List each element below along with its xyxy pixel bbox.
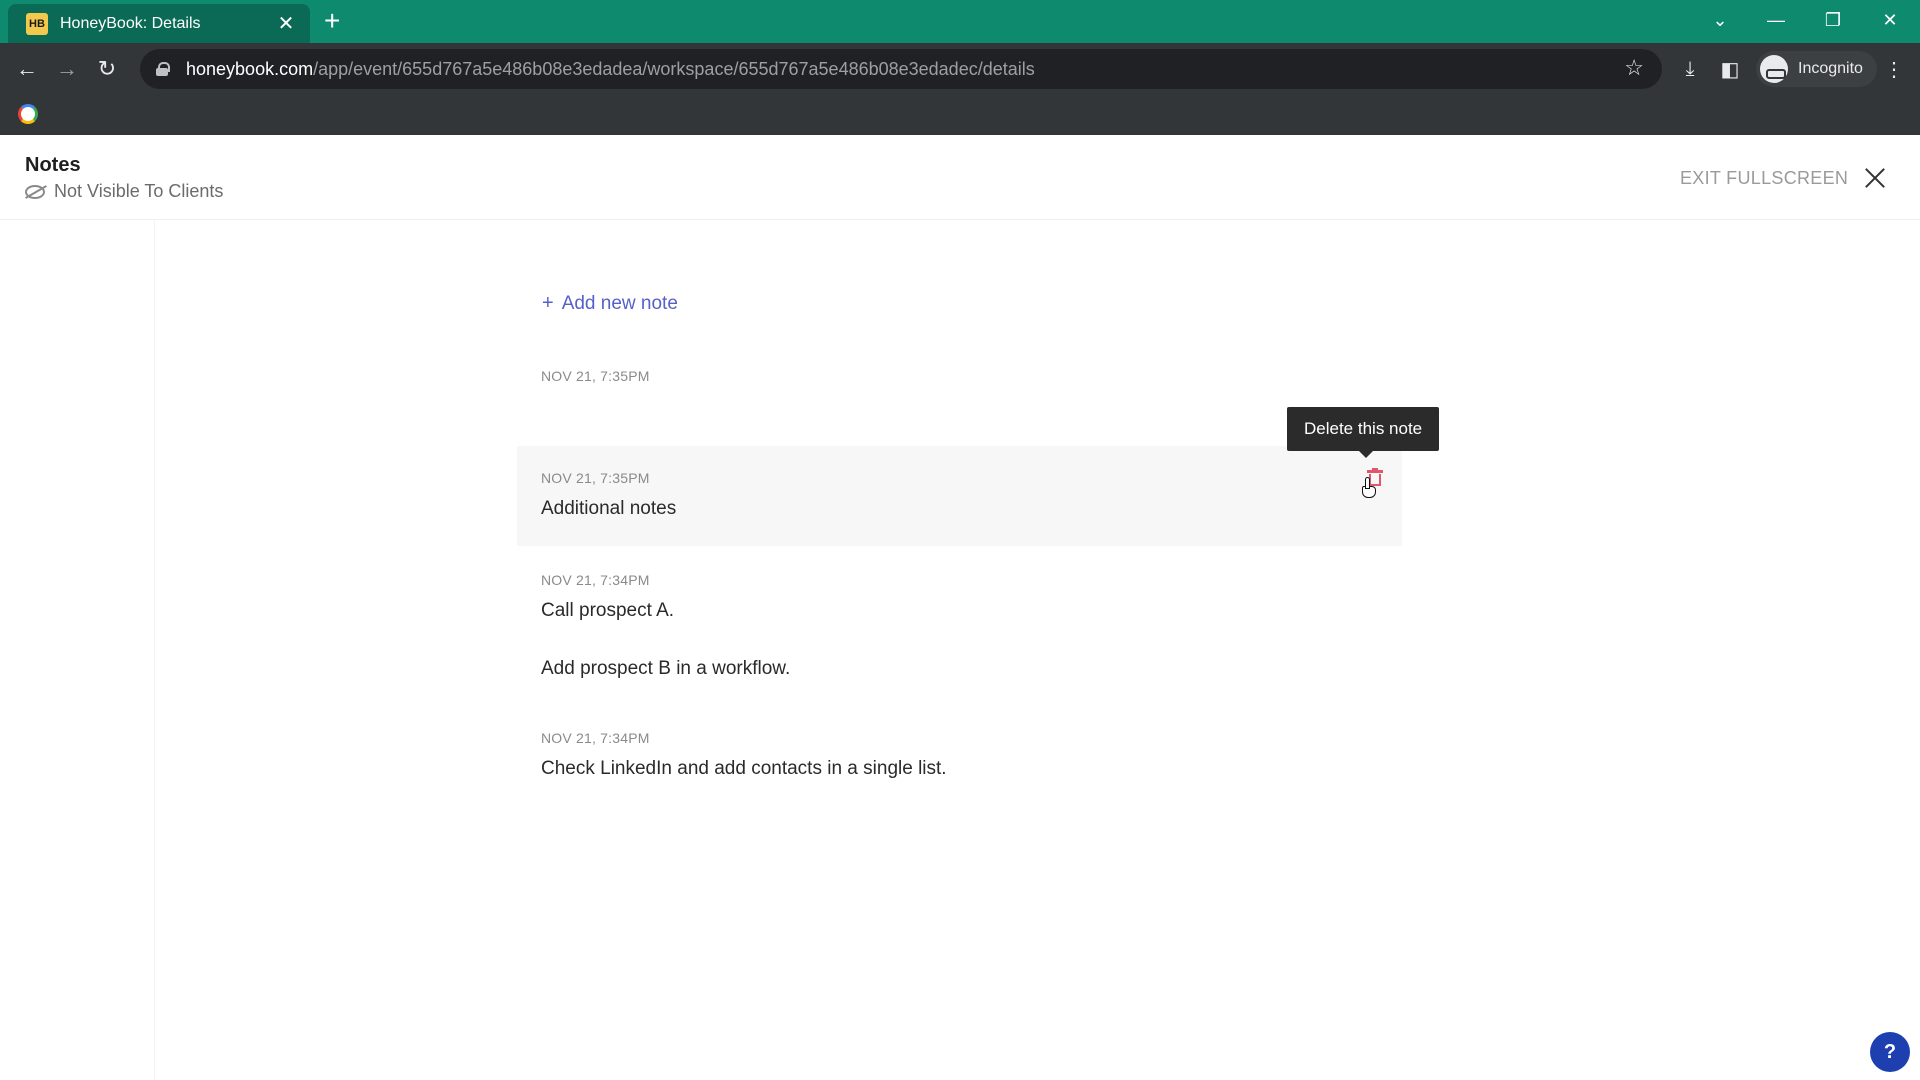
reload-icon[interactable]: ↻	[91, 53, 123, 85]
exit-fullscreen-label: EXIT FULLSCREEN	[1680, 167, 1849, 188]
visibility-label: Not Visible To Clients	[54, 181, 224, 201]
incognito-label: Incognito	[1798, 60, 1863, 77]
close-icon[interactable]	[1864, 167, 1886, 189]
url-path: /app/event/655d767a5e486b08e3edadea/work…	[313, 58, 1035, 79]
tab-close-icon[interactable]: ✕	[274, 14, 298, 34]
url-domain: honeybook.com	[186, 58, 314, 79]
note-date: NOV 21, 7:35PM	[541, 470, 650, 486]
eye-off-icon	[25, 184, 45, 199]
side-panel-icon[interactable]: ◧	[1714, 53, 1746, 85]
add-new-note-label: Add new note	[561, 292, 678, 314]
honeybook-favicon-icon: HB	[26, 12, 48, 35]
note-date: NOV 21, 7:34PM	[541, 572, 650, 588]
note-text: Add prospect B in a workflow.	[541, 658, 791, 679]
download-icon[interactable]: ⤓	[1674, 53, 1706, 85]
address-bar[interactable]: honeybook.com /app/event/655d767a5e486b0…	[140, 49, 1662, 89]
add-new-note-button[interactable]: + Add new note	[542, 292, 678, 315]
note-text: Call prospect A.	[541, 600, 675, 621]
browser-toolbar: ← → ↻ honeybook.com /app/event/655d767a5…	[0, 43, 1920, 95]
back-icon[interactable]: ←	[11, 53, 43, 85]
note-item[interactable]: NOV 21, 7:35PM Additional notes	[517, 446, 1402, 546]
browser-menu-icon[interactable]: ⋮	[1878, 53, 1910, 85]
google-bookmark-icon[interactable]	[18, 104, 38, 124]
notes-header: Notes Not Visible To Clients EXIT FULLSC…	[0, 135, 1920, 220]
window-close-icon[interactable]: ✕	[1870, 4, 1910, 36]
note-item[interactable]: NOV 21, 7:34PM Check LinkedIn and add co…	[517, 730, 1402, 780]
restore-icon[interactable]: ❐	[1813, 4, 1853, 36]
new-tab-icon[interactable]: +	[324, 6, 340, 36]
note-text: Check LinkedIn and add contacts in a sin…	[541, 758, 947, 779]
incognito-icon	[1760, 55, 1788, 83]
note-item[interactable]: NOV 21, 7:34PM Call prospect A. Add pros…	[517, 572, 1402, 680]
note-date: NOV 21, 7:34PM	[541, 730, 650, 746]
bookmarks-bar	[0, 95, 1920, 135]
notes-main: + Add new note NOV 21, 7:35PM NOV 21, 7:…	[0, 220, 1920, 1080]
tab-title: HoneyBook: Details	[60, 14, 201, 32]
left-gutter	[0, 220, 155, 1080]
lock-icon	[156, 62, 170, 76]
delete-note-tooltip: Delete this note	[1287, 407, 1440, 458]
help-button[interactable]: ?	[1870, 1032, 1910, 1072]
note-item[interactable]: NOV 21, 7:35PM	[517, 368, 1402, 448]
visibility-indicator: Not Visible To Clients	[25, 181, 223, 202]
bookmark-star-icon[interactable]: ☆	[1624, 55, 1644, 81]
minimize-icon[interactable]: —	[1756, 4, 1796, 36]
browser-tabstrip: HB HoneyBook: Details ✕ + ⌄ — ❐ ✕	[0, 0, 1920, 43]
incognito-profile-button[interactable]: Incognito	[1756, 51, 1877, 87]
exit-fullscreen-button[interactable]: EXIT FULLSCREEN	[1680, 167, 1886, 189]
hand-pointer-cursor-icon	[1360, 477, 1378, 499]
page-title: Notes	[25, 154, 81, 176]
tab-search-icon[interactable]: ⌄	[1700, 4, 1740, 36]
plus-icon: +	[542, 292, 554, 314]
browser-tab[interactable]: HB HoneyBook: Details ✕	[8, 4, 310, 43]
note-date: NOV 21, 7:35PM	[541, 368, 650, 384]
forward-icon[interactable]: →	[51, 53, 83, 85]
note-text: Additional notes	[541, 498, 677, 519]
